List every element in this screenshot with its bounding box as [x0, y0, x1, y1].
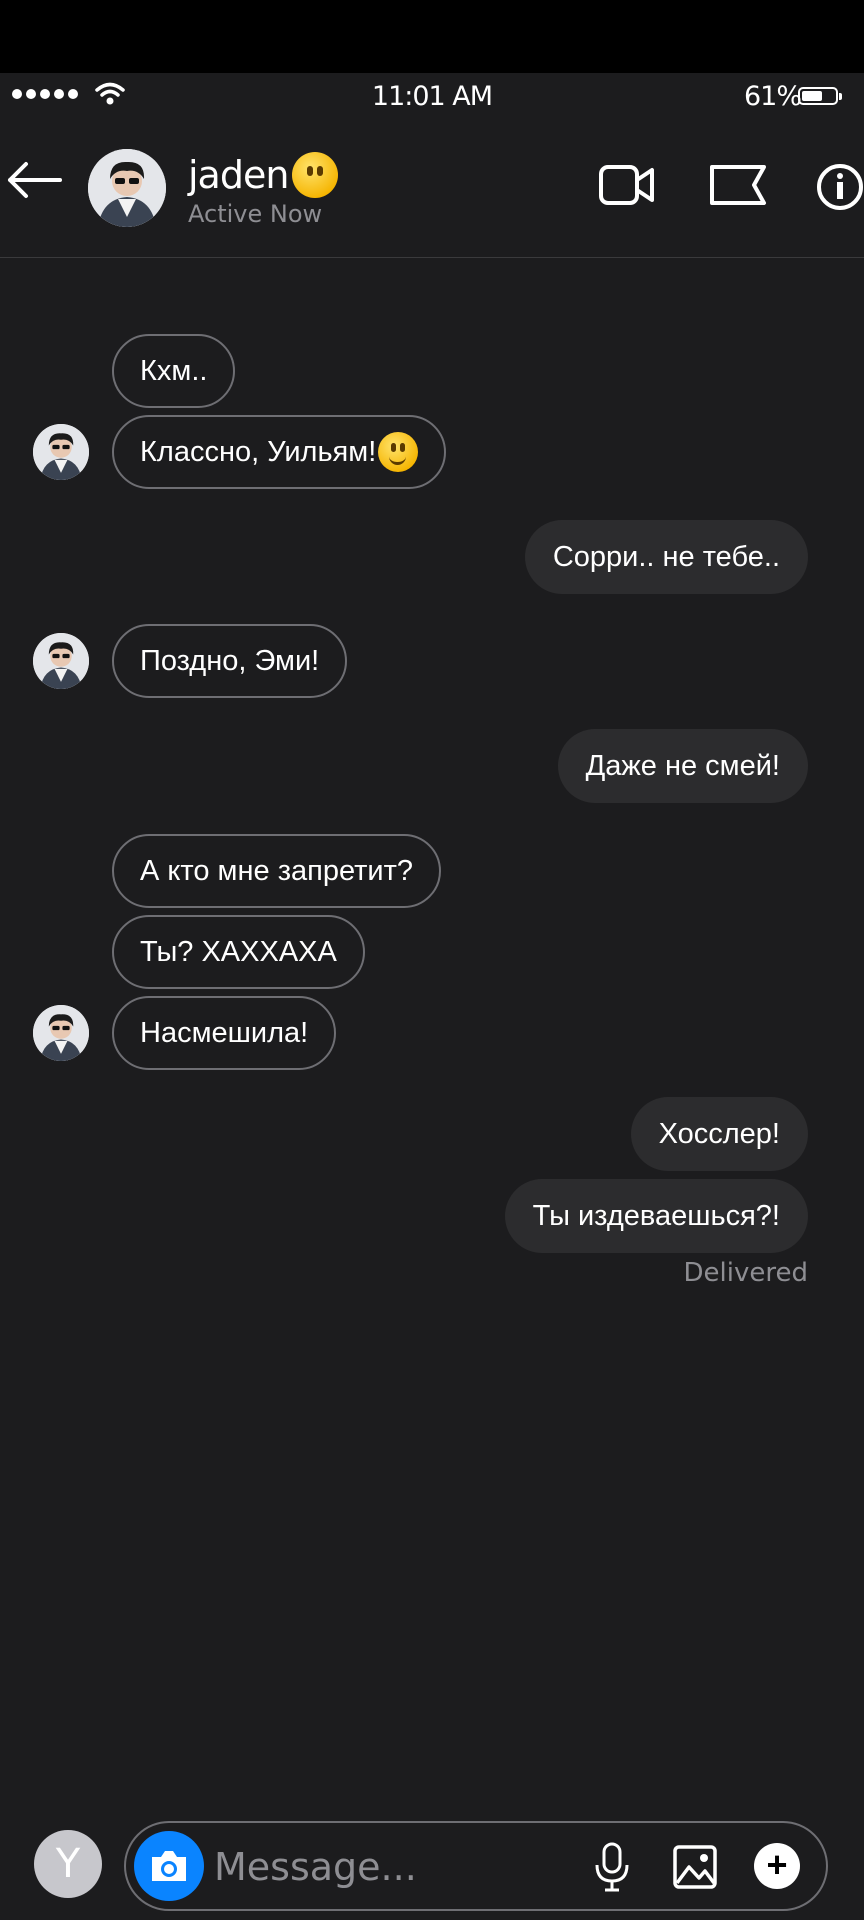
- message-text: Кхм..: [140, 355, 208, 387]
- sender-avatar[interactable]: [33, 633, 89, 689]
- message-text: Классно, Уильям!: [140, 436, 377, 468]
- outgoing-message-bubble[interactable]: Хосслер!: [630, 1097, 808, 1171]
- top-black-bar: [0, 0, 864, 73]
- battery-percent: 61%: [744, 81, 802, 112]
- incoming-message-bubble[interactable]: Кхм..: [112, 334, 236, 408]
- incoming-message-bubble[interactable]: А кто мне запретит?: [112, 834, 442, 908]
- chat-header: jaden Active Now: [0, 116, 864, 258]
- neutral-face-emoji: [292, 152, 339, 198]
- contact-avatar[interactable]: [88, 149, 166, 227]
- user-avatar[interactable]: Y: [34, 1830, 102, 1898]
- incoming-message-bubble[interactable]: Классно, Уильям!: [112, 415, 447, 489]
- camera-button[interactable]: [134, 1831, 204, 1901]
- message-input[interactable]: [212, 1837, 596, 1897]
- message-text: Ты издеваешься?!: [532, 1200, 780, 1232]
- contact-name-text: jaden: [188, 153, 289, 197]
- camera-icon: [152, 1851, 186, 1881]
- add-button[interactable]: +: [754, 1843, 800, 1889]
- message-text: Даже не смей!: [585, 750, 780, 782]
- video-call-icon[interactable]: [598, 162, 656, 208]
- message-text: Сорри.. не тебе..: [552, 541, 780, 573]
- incoming-message-bubble[interactable]: Насмешила!: [112, 996, 337, 1070]
- status-bar: 11:01 AM 61%: [0, 73, 864, 116]
- outgoing-message-bubble[interactable]: Сорри.. не тебе..: [524, 520, 808, 594]
- message-text: Хосслер!: [658, 1118, 780, 1150]
- info-icon[interactable]: [812, 162, 864, 212]
- incoming-message-bubble[interactable]: Ты? ХАХХАХА: [112, 915, 365, 989]
- sender-avatar[interactable]: [33, 424, 89, 480]
- sender-avatar[interactable]: [33, 1005, 89, 1061]
- outgoing-message-bubble[interactable]: Даже не смей!: [557, 729, 808, 803]
- incoming-message-bubble[interactable]: Поздно, Эми!: [112, 624, 348, 698]
- back-arrow-icon[interactable]: [4, 160, 64, 200]
- flag-icon[interactable]: [708, 162, 768, 208]
- status-time: 11:01 AM: [371, 81, 493, 112]
- message-composer: +: [124, 1821, 828, 1911]
- delivered-status: Delivered: [683, 1258, 808, 1288]
- message-text: Насмешила!: [140, 1017, 309, 1049]
- microphone-icon[interactable]: [592, 1841, 632, 1893]
- active-status: Active Now: [188, 200, 323, 228]
- message-text: А кто мне запретит?: [140, 855, 414, 887]
- image-gallery-icon[interactable]: [672, 1841, 718, 1891]
- contact-name[interactable]: jaden: [188, 152, 339, 198]
- slightly-smiling-face-emoji: [378, 432, 419, 472]
- message-text: Поздно, Эми!: [140, 645, 320, 677]
- outgoing-message-bubble[interactable]: Ты издеваешься?!: [504, 1179, 808, 1253]
- battery-icon: [798, 87, 842, 105]
- message-text: Ты? ХАХХАХА: [140, 936, 337, 968]
